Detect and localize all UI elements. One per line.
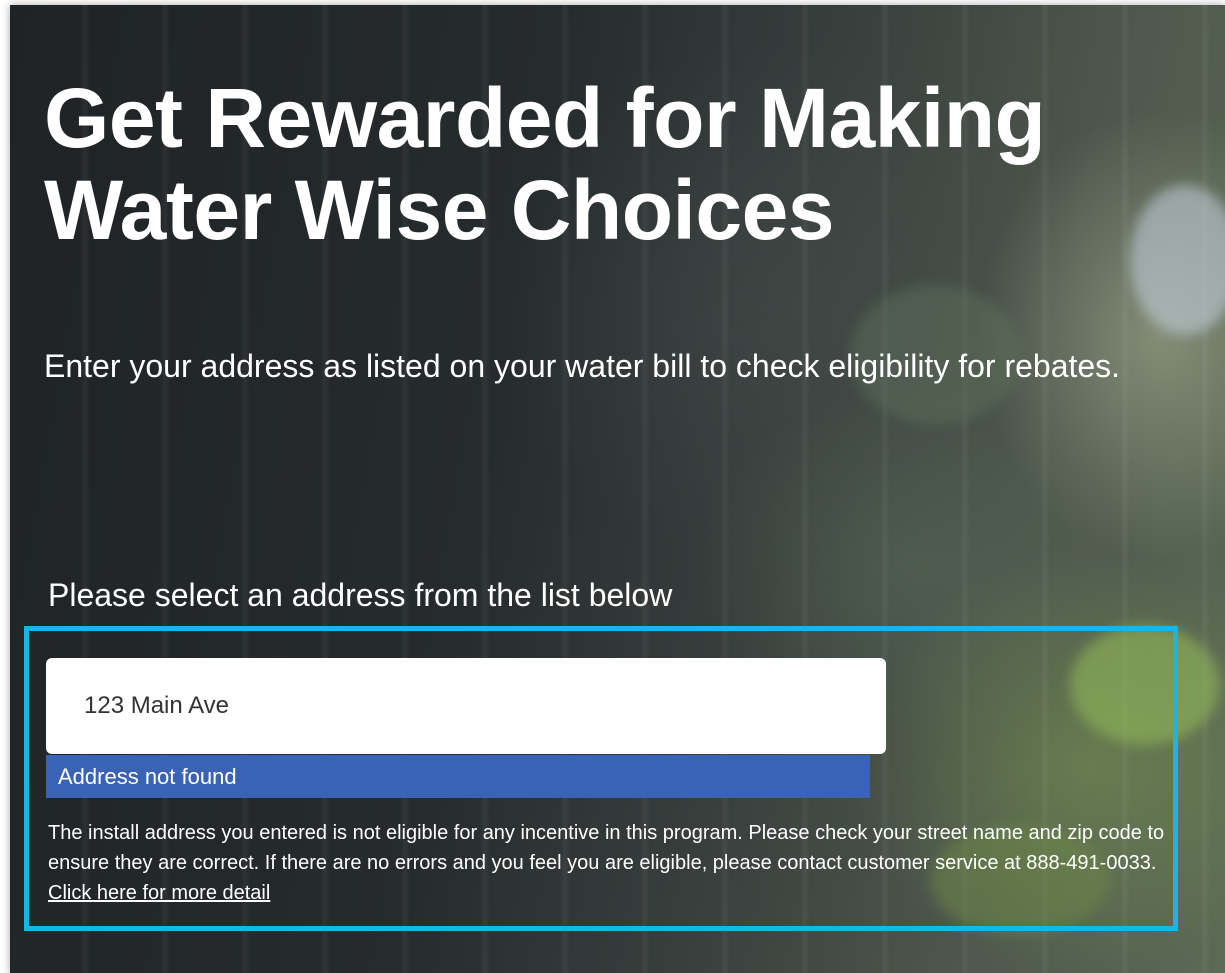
error-message-text: The install address you entered is not e… <box>48 822 1165 874</box>
address-select-label: Please select an address from the list b… <box>48 577 673 613</box>
more-detail-link[interactable]: Click here for more detail <box>48 882 270 904</box>
address-input[interactable] <box>46 658 886 754</box>
page-title: Get Rewarded for Making Water Wise Choic… <box>44 71 1046 257</box>
eligibility-error-message: The install address you entered is not e… <box>48 818 1178 908</box>
intro-text: Enter your address as listed on your wat… <box>44 348 1121 384</box>
address-suggestion-item[interactable]: Address not found <box>46 755 870 798</box>
